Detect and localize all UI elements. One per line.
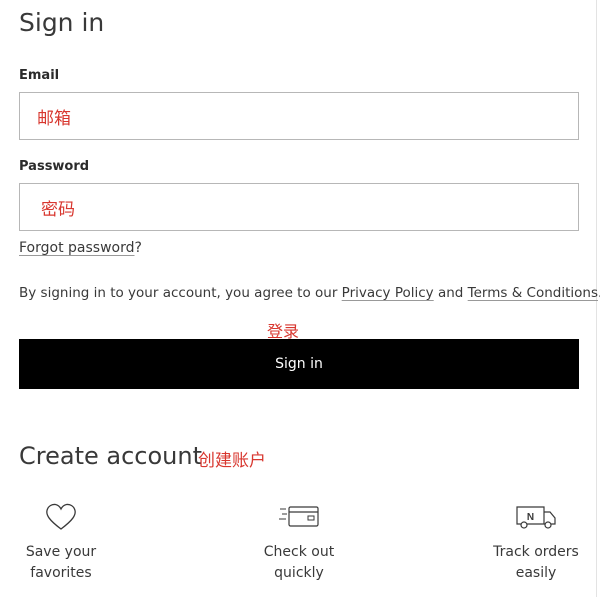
benefit-line2: easily: [515, 565, 557, 581]
agreement-middle: and: [433, 285, 468, 301]
email-field[interactable]: 邮箱: [19, 92, 579, 140]
terms-conditions-link[interactable]: Terms & Conditions: [468, 285, 598, 301]
password-annotation: 密码: [41, 200, 75, 220]
benefit-save-favorites: Save your favorites: [0, 502, 131, 584]
create-account-title: Create account: [19, 442, 202, 470]
benefit-check-out: Check out quickly: [229, 502, 369, 584]
password-label: Password: [19, 159, 90, 174]
page-title: Sign in: [19, 8, 105, 37]
forgot-password-link[interactable]: Forgot password: [19, 240, 135, 256]
email-annotation: 邮箱: [37, 109, 71, 129]
delivery-truck-icon: N: [516, 506, 556, 529]
forgot-suffix: ?: [134, 240, 142, 256]
sign-in-button[interactable]: Sign in: [19, 339, 579, 389]
privacy-policy-link[interactable]: Privacy Policy: [342, 285, 434, 301]
benefit-line2: quickly: [274, 565, 324, 581]
benefit-line2: favorites: [30, 565, 92, 581]
benefit-track-orders: N Track orders easily: [466, 502, 600, 584]
benefit-line1: Check out: [263, 544, 335, 560]
forgot-password-row: Forgot password?: [19, 240, 142, 256]
create-account-annotation: 创建账户: [198, 451, 266, 471]
agreement-text: By signing in to your account, you agree…: [19, 285, 600, 301]
agreement-prefix: By signing in to your account, you agree…: [19, 285, 342, 301]
credit-card-icon: [279, 506, 319, 527]
benefit-line1: Save your: [25, 544, 97, 560]
truck-icon-letter: N: [527, 512, 534, 523]
heart-icon: [46, 503, 76, 530]
email-label: Email: [19, 68, 60, 83]
benefit-line1: Track orders: [493, 544, 579, 560]
password-field[interactable]: 密码: [19, 183, 579, 231]
